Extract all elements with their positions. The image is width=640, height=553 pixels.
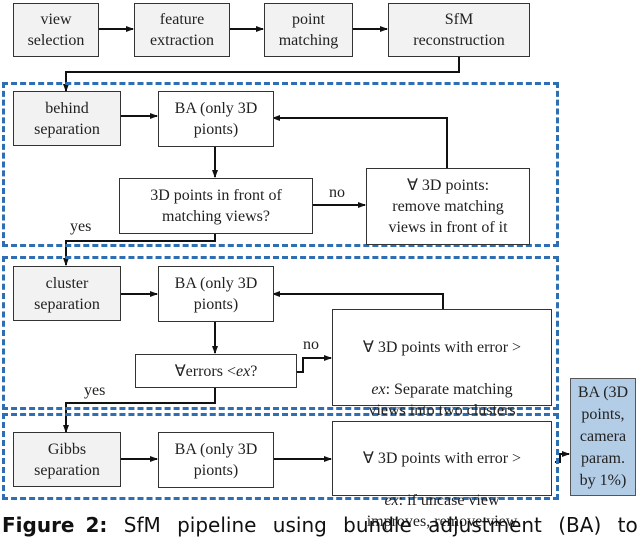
figure-caption: Figure 2: SfM pipeline using bundle adju… <box>2 513 638 537</box>
final-ba-box: BA (3D points, camera param. by 1%) <box>570 378 636 496</box>
gibbs-separation-box: Gibbs separation <box>13 432 121 487</box>
separate-clusters-var: ex <box>371 381 386 398</box>
sfm-reconstruction-box: SfM reconstruction <box>388 3 530 57</box>
behind-separation-box: behind separation <box>13 91 121 146</box>
ba-only-3d-points-box-3: BA (only 3D pionts) <box>158 432 274 488</box>
no-label-1: no <box>329 184 345 201</box>
decision-errors-var: ex <box>235 362 251 380</box>
caption-label: Figure 2: <box>2 513 108 537</box>
no-label-2: no <box>303 336 319 353</box>
remove-matching-views-box: ∀ 3D points: remove matching views in fr… <box>366 168 530 245</box>
view-selection-box: view selection <box>13 3 99 57</box>
decision-errors-prefix: ∀errors < <box>174 362 236 380</box>
yes-label-1: yes <box>70 218 92 235</box>
separate-clusters-box: ∀ 3D points with error > ex: Separate ma… <box>332 309 552 440</box>
remove-view-box: ∀ 3D points with error > ex: if uncase v… <box>332 421 552 530</box>
decision-points-in-front-box: 3D points in front of matching views? <box>119 178 313 234</box>
remove-view-line1: ∀ 3D points with error > <box>362 450 522 467</box>
yes-label-2: yes <box>84 382 106 399</box>
ba-only-3d-points-box-1: BA (only 3D pionts) <box>158 91 274 147</box>
caption-text: SfM pipeline using bundle adjustment (BA… <box>123 513 638 537</box>
point-matching-box: point matching <box>264 3 353 57</box>
cluster-separation-box: cluster separation <box>13 266 121 321</box>
ba-only-3d-points-box-2: BA (only 3D pionts) <box>158 266 274 322</box>
separate-clusters-line1: ∀ 3D points with error > <box>362 339 522 356</box>
decision-errors-box: ∀errors < ex? <box>135 354 297 388</box>
remove-view-var: ex <box>384 492 399 509</box>
feature-extraction-box: feature extraction <box>134 3 230 57</box>
decision-errors-suffix: ? <box>250 362 258 380</box>
